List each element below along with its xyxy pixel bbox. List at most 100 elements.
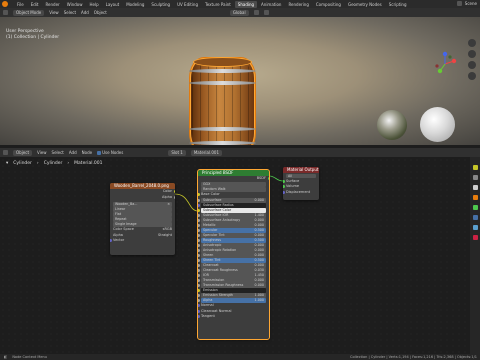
bsdf-field-ior[interactable]: IOR 1.450 (198, 273, 266, 278)
hand-pan-icon[interactable] (468, 50, 476, 58)
subsurface-method-dropdown[interactable]: Random Walk (201, 187, 266, 192)
input-socket[interactable] (198, 198, 200, 202)
output-tab-icon[interactable] (472, 185, 478, 190)
viewport-menu-object[interactable]: Object (94, 10, 107, 15)
output-target-dropdown[interactable]: All (286, 173, 316, 178)
node-editor-type-icon[interactable] (3, 150, 8, 155)
transform-orientation-dropdown[interactable]: Global (229, 9, 249, 16)
bsdf-field-anisotropic[interactable]: Anisotropic 0.000 (198, 243, 266, 248)
vector-socket[interactable] (198, 309, 200, 313)
workspace-tab-compositing[interactable]: Compositing (313, 1, 344, 8)
node-menu-node[interactable]: Node (82, 150, 92, 155)
blender-logo-icon[interactable] (2, 1, 8, 7)
input-socket[interactable] (198, 273, 200, 277)
bsdf-field-transmission-roughness[interactable]: Transmission Roughness 0.000 (198, 283, 266, 288)
input-socket[interactable] (283, 179, 285, 183)
material-tab-icon[interactable] (472, 235, 478, 240)
interpolation-dropdown[interactable]: Linear (113, 207, 172, 212)
bsdf-field-clearcoat[interactable]: Clearcoat 0.000 (198, 263, 266, 268)
close-icon[interactable]: × (167, 202, 170, 207)
image-datablock-field[interactable]: Wooden_Ba... × (113, 202, 172, 207)
workspace-tab-modeling[interactable]: Modeling (123, 1, 147, 8)
input-socket[interactable] (198, 228, 200, 232)
vector-socket[interactable] (110, 239, 112, 243)
bsdf-field-metallic[interactable]: Metallic 0.000 (198, 223, 266, 228)
render-tab-icon[interactable] (472, 175, 478, 180)
editor-type-icon[interactable] (3, 10, 8, 15)
bsdf-field-subsurface-ior[interactable]: Subsurface IOR 1.400 (198, 213, 266, 218)
3d-viewport[interactable]: User Perspective (1) Collection | Cylind… (0, 17, 480, 145)
physics-tab-icon[interactable] (472, 215, 478, 220)
bsdf-field-alpha[interactable]: Alpha 1.000 (198, 298, 266, 303)
input-socket[interactable] (198, 293, 200, 297)
bsdf-field-sheen[interactable]: Sheen 0.000 (198, 253, 266, 258)
source-dropdown[interactable]: Single Image (113, 222, 172, 227)
workspace-tab-uv-editing[interactable]: UV Editing (174, 1, 201, 8)
scene-selector[interactable]: Scene (456, 1, 477, 6)
input-socket[interactable] (198, 283, 200, 287)
object-tab-icon[interactable] (472, 195, 478, 200)
slot-dropdown[interactable]: Slot 1 (168, 149, 186, 156)
modifier-tab-icon[interactable] (472, 205, 478, 210)
bsdf-field-subsurface[interactable]: Subsurface 0.000 (198, 198, 266, 203)
camera-view-icon[interactable] (468, 61, 476, 69)
bsdf-socket[interactable] (267, 177, 269, 181)
bsdf-field-sheen-tint[interactable]: Sheen Tint 0.500 (198, 258, 266, 263)
material-selector[interactable]: Material.001 (190, 149, 222, 156)
workspace-tab-shading[interactable]: Shading (234, 0, 258, 8)
input-socket[interactable] (198, 238, 200, 242)
bsdf-field-emission-strength[interactable]: Emission Strength 1.000 (198, 293, 266, 298)
navigation-gizmo-icon[interactable] (432, 51, 458, 77)
workspace-tab-file[interactable]: File (14, 1, 27, 8)
tool-tab-icon[interactable] (472, 165, 478, 170)
vector-socket[interactable] (198, 304, 200, 308)
workspace-tab-render[interactable]: Render (42, 1, 62, 8)
input-socket[interactable] (198, 218, 200, 222)
node-menu-view[interactable]: View (37, 150, 47, 155)
viewport-menu-select[interactable]: Select (64, 10, 76, 15)
constraints-tab-icon[interactable] (472, 225, 478, 230)
workspace-tab-layout[interactable]: Layout (103, 1, 123, 8)
bsdf-field-subsurface-radius[interactable]: Subsurface Radius (198, 203, 266, 208)
material-output-node[interactable]: Material Output All Surface Volume Displac… (283, 167, 319, 200)
bsdf-field-clearcoat-roughness[interactable]: Clearcoat Roughness 0.030 (198, 268, 266, 273)
bsdf-field-subsurface-anisotropy[interactable]: Subsurface Anisotropy 0.000 (198, 218, 266, 223)
alpha-socket[interactable] (173, 195, 175, 199)
input-socket[interactable] (198, 263, 200, 267)
color-socket[interactable] (173, 190, 175, 194)
workspace-tab-animation[interactable]: Animation (258, 1, 284, 8)
vector-socket[interactable] (198, 315, 200, 319)
bsdf-field-specular[interactable]: Specular 0.500 (198, 228, 266, 233)
snap-icon[interactable] (253, 10, 259, 15)
workspace-tab-help[interactable]: Help (86, 1, 101, 8)
workspace-tab-texture-paint[interactable]: Texture Paint (202, 1, 234, 8)
input-socket[interactable] (198, 243, 200, 247)
input-socket[interactable] (198, 253, 200, 257)
input-socket[interactable] (198, 268, 200, 272)
input-socket[interactable] (198, 298, 200, 302)
input-socket[interactable] (198, 258, 200, 262)
viewport-menu-add[interactable]: Add (81, 10, 89, 15)
input-socket[interactable] (283, 185, 285, 189)
principled-bsdf-node[interactable]: Principled BSDF BSDF GGX Random Walk Bas… (197, 169, 270, 340)
input-socket[interactable] (198, 288, 200, 292)
input-socket[interactable] (198, 208, 200, 212)
input-socket[interactable] (198, 223, 200, 227)
input-socket[interactable] (198, 203, 200, 207)
workspace-tab-window[interactable]: Window (64, 1, 86, 8)
node-menu-select[interactable]: Select (52, 150, 64, 155)
input-socket[interactable] (198, 213, 200, 217)
bsdf-field-roughness[interactable]: Roughness 0.500 (198, 238, 266, 243)
bsdf-field-emission[interactable]: Emission (198, 288, 266, 293)
proportional-edit-icon[interactable] (263, 10, 269, 15)
node-menu-add[interactable]: Add (69, 150, 77, 155)
input-socket[interactable] (198, 278, 200, 282)
projection-dropdown[interactable]: Flat (113, 212, 172, 217)
zoom-icon[interactable] (468, 39, 476, 47)
shader-type-dropdown[interactable]: Object (13, 149, 33, 156)
bsdf-field-anisotropic-rotation[interactable]: Anisotropic Rotation 0.000 (198, 248, 266, 253)
image-texture-node[interactable]: Wooden_Barrel_2048.0.png Color Alpha Woo… (110, 183, 175, 255)
grid-icon[interactable] (468, 72, 476, 80)
input-socket[interactable] (198, 233, 200, 237)
distribution-dropdown[interactable]: GGX (201, 182, 266, 187)
